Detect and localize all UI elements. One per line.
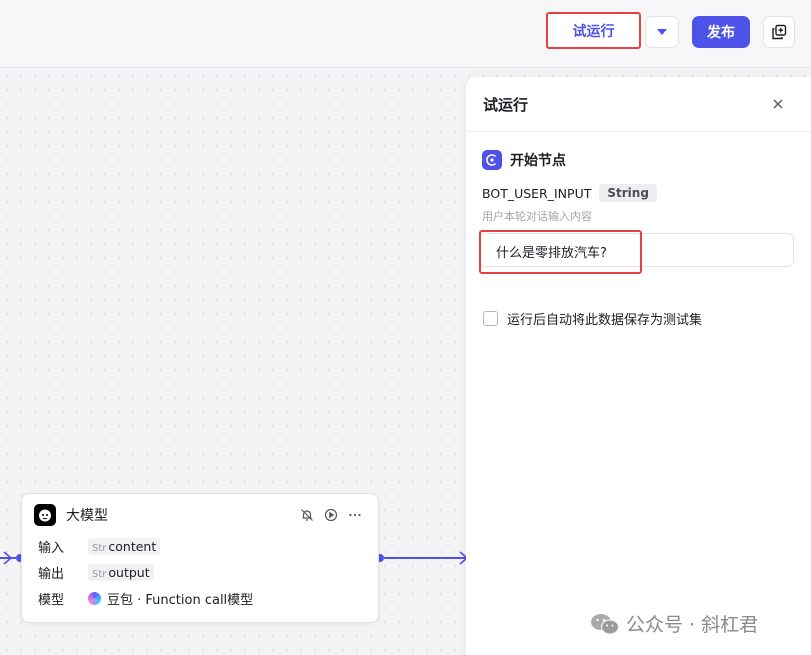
caret-down-icon bbox=[657, 29, 667, 35]
user-input-value: 什么是零排放汽车? bbox=[496, 246, 607, 261]
top-toolbar: 试运行 发布 bbox=[0, 0, 811, 68]
llm-model-row: 模型 豆包 · Function call模型 bbox=[38, 589, 253, 608]
llm-logo-icon bbox=[34, 504, 56, 526]
close-icon[interactable] bbox=[771, 97, 785, 111]
llm-output-tag: Str output bbox=[88, 564, 154, 581]
test-run-panel: 试运行 开始节点 BOT_USER_INPUT String 用户本轮对话输入内… bbox=[466, 77, 811, 655]
llm-model-value: 豆包 · Function call模型 bbox=[88, 589, 253, 608]
llm-node-card[interactable]: 大模型 输入 Str content 输出 Str output 模型 豆包 ·… bbox=[21, 493, 379, 623]
outgoing-edge bbox=[384, 557, 466, 559]
llm-input-label: 输入 bbox=[38, 541, 65, 556]
start-node-icon bbox=[482, 150, 502, 170]
llm-node-title: 大模型 bbox=[66, 508, 108, 524]
watermark-text: 公众号 · 斜杠君 bbox=[626, 614, 759, 636]
llm-output-row: 输出 Str output bbox=[38, 563, 154, 582]
more-icon[interactable] bbox=[348, 508, 362, 522]
publish-button[interactable]: 发布 bbox=[692, 16, 750, 48]
save-testset-checkbox[interactable] bbox=[483, 311, 498, 326]
panel-header: 试运行 bbox=[466, 77, 811, 132]
run-dropdown-button[interactable] bbox=[645, 16, 679, 48]
wechat-icon bbox=[591, 613, 620, 635]
start-node-header: 开始节点 bbox=[482, 150, 566, 170]
param-row: BOT_USER_INPUT String bbox=[482, 184, 657, 202]
save-testset-option[interactable]: 运行后自动将此数据保存为测试集 bbox=[483, 309, 702, 328]
copy-icon bbox=[772, 24, 787, 40]
watermark: 公众号 · 斜杠君 bbox=[590, 610, 758, 637]
copy-button[interactable] bbox=[763, 16, 795, 48]
play-icon[interactable] bbox=[324, 508, 338, 522]
llm-input-tag: Str content bbox=[88, 538, 161, 555]
llm-node-header: 大模型 bbox=[34, 504, 108, 526]
panel-title: 试运行 bbox=[483, 95, 529, 114]
llm-model-label: 模型 bbox=[38, 593, 65, 608]
llm-output-label: 输出 bbox=[38, 567, 65, 582]
save-testset-label: 运行后自动将此数据保存为测试集 bbox=[507, 313, 703, 328]
param-description: 用户本轮对话输入内容 bbox=[482, 210, 592, 223]
start-node-name: 开始节点 bbox=[510, 153, 566, 169]
param-name: BOT_USER_INPUT bbox=[482, 185, 592, 201]
doubao-model-icon bbox=[88, 592, 101, 605]
param-type-badge: String bbox=[599, 184, 657, 202]
llm-input-row: 输入 Str content bbox=[38, 537, 161, 556]
test-run-button[interactable]: 试运行 bbox=[546, 12, 641, 49]
incoming-arrow-icon bbox=[3, 551, 12, 565]
llm-node-actions bbox=[300, 508, 362, 522]
bell-off-icon[interactable] bbox=[300, 508, 314, 522]
test-run-label: 试运行 bbox=[572, 23, 615, 40]
